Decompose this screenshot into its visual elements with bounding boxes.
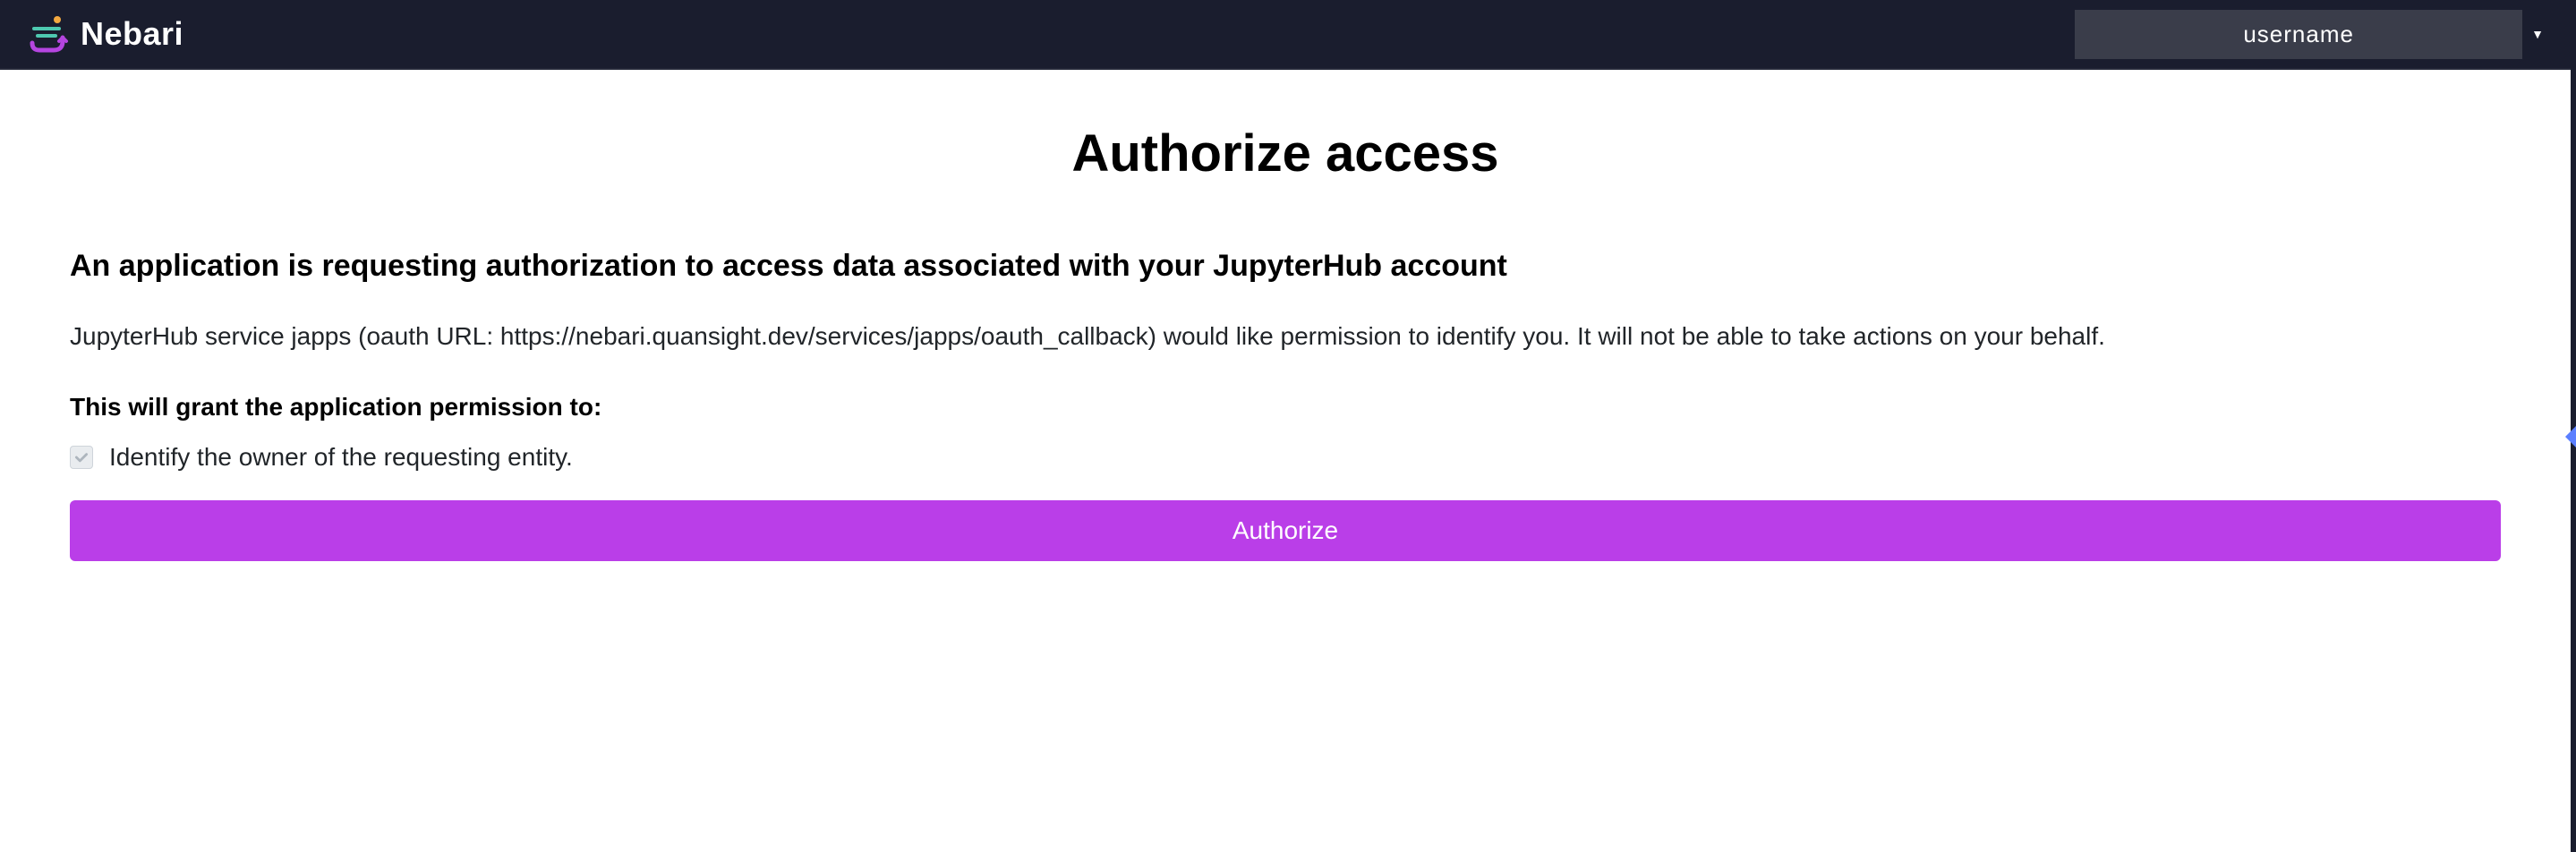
- permission-checkbox: [70, 446, 93, 469]
- permissions-heading: This will grant the application permissi…: [70, 393, 2501, 422]
- user-menu[interactable]: username ▼: [2075, 10, 2544, 59]
- authorize-button[interactable]: Authorize: [70, 500, 2501, 561]
- page-title: Authorize access: [70, 124, 2501, 183]
- permission-label: Identify the owner of the requesting ent…: [109, 443, 573, 472]
- right-edge-indicator-icon: [2565, 426, 2576, 447]
- main-content: Authorize access An application is reque…: [0, 70, 2571, 597]
- brand-name: Nebari: [81, 15, 183, 53]
- authorization-description: JupyterHub service japps (oauth URL: htt…: [70, 318, 2501, 355]
- authorization-subtitle: An application is requesting authorizati…: [70, 246, 2501, 285]
- permission-item: Identify the owner of the requesting ent…: [70, 443, 2501, 472]
- navbar: Nebari username ▼: [0, 0, 2571, 70]
- chevron-down-icon[interactable]: ▼: [2531, 27, 2544, 41]
- nebari-logo-icon: [27, 13, 70, 55]
- username-button[interactable]: username: [2075, 10, 2522, 59]
- brand[interactable]: Nebari: [27, 13, 183, 55]
- checkmark-icon: [73, 449, 90, 465]
